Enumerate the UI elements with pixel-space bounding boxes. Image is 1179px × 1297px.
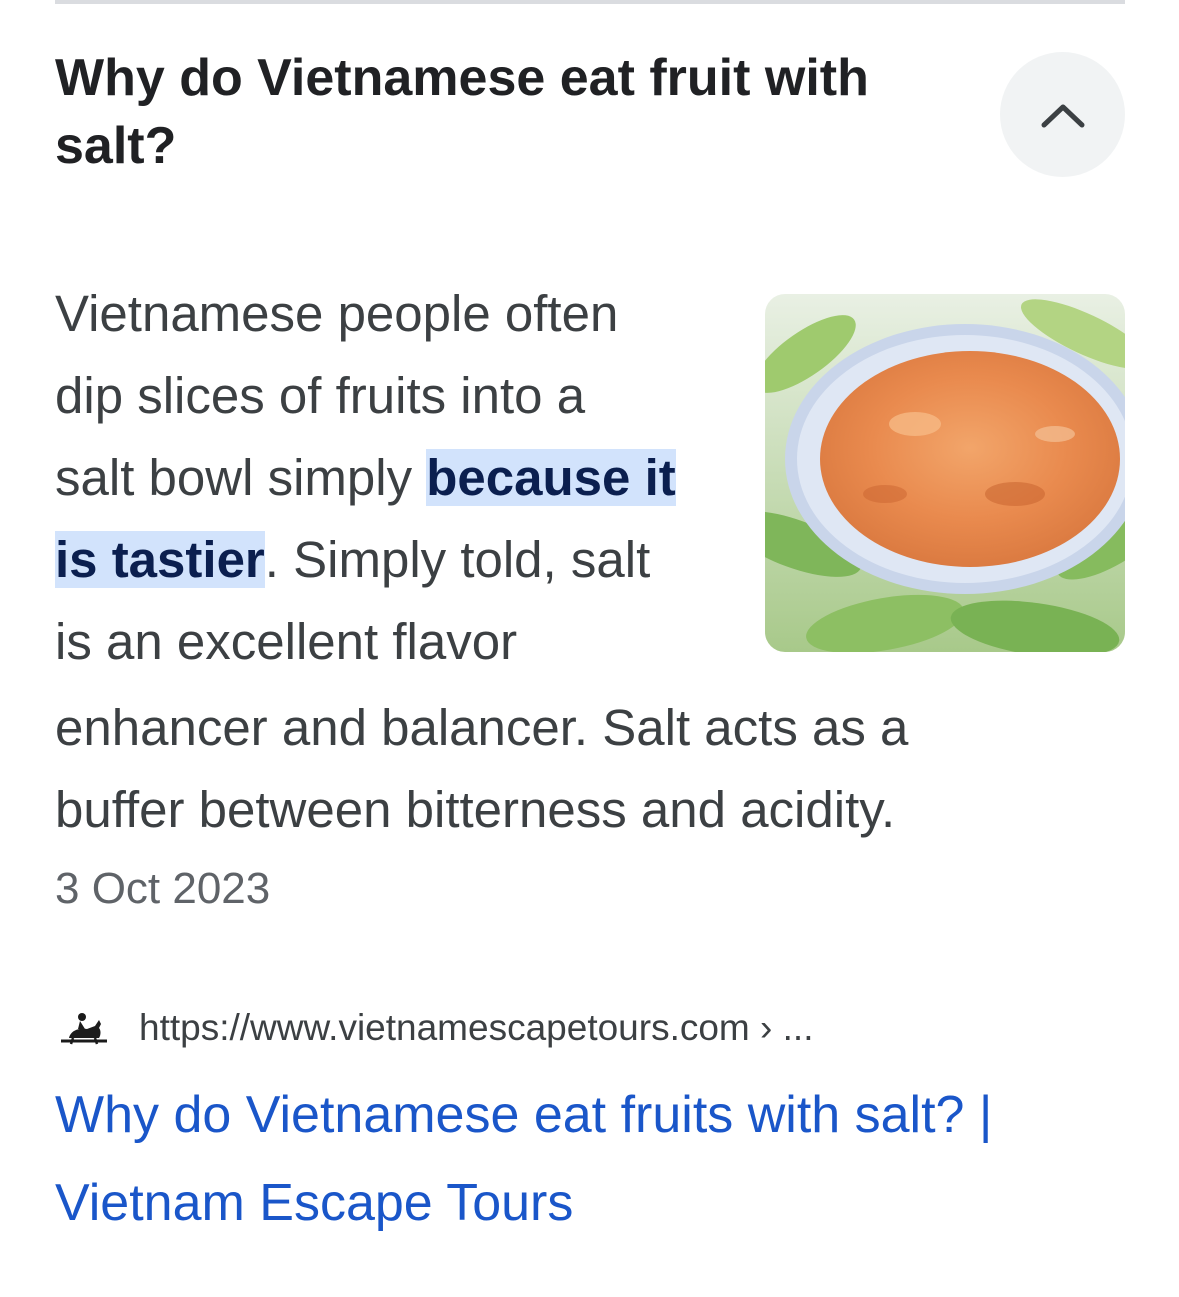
question-title: Why do Vietnamese eat fruit with salt? (55, 49, 869, 175)
chevron-up-icon (1041, 104, 1084, 127)
snippet-line: buffer between bitterness and acidity. (55, 781, 896, 838)
result-title-line[interactable]: Why do Vietnamese eat fruits with salt? … (55, 1086, 992, 1144)
top-divider (55, 0, 1125, 4)
snippet-date: 3 Oct 2023 (55, 864, 271, 913)
snippet-line: is an excellent flavor (55, 613, 518, 670)
snippet-line: . Simply told, salt (264, 531, 651, 588)
snippet-line: salt bowl simply (55, 449, 427, 506)
source-url[interactable]: https://www.vietnamescapetours.com › ... (139, 1007, 813, 1049)
result-title-link[interactable]: Why do Vietnamese eat fruits with salt? … (55, 1071, 1135, 1247)
horse-rider-icon (55, 1008, 113, 1048)
snippet-line: enhancer and balancer. Salt acts as a (55, 699, 909, 756)
snippet-line: dip slices of fruits into a (55, 367, 586, 424)
result-title-line[interactable]: Vietnam Escape Tours (55, 1174, 573, 1232)
answer-snippet-continued: enhancer and balancer. Salt acts as a bu… (55, 687, 1125, 851)
answer-snippet: Vietnamese people often dip slices of fr… (55, 273, 745, 683)
snippet-highlight: because it (426, 449, 676, 506)
snippet-highlight: is tastier (55, 531, 265, 588)
snippet-line: Vietnamese people often (55, 285, 619, 342)
collapse-button[interactable] (1000, 52, 1125, 177)
source-row[interactable]: https://www.vietnamescapetours.com › ... (55, 1000, 813, 1056)
salt-bowl-thumbnail[interactable] (765, 294, 1125, 652)
